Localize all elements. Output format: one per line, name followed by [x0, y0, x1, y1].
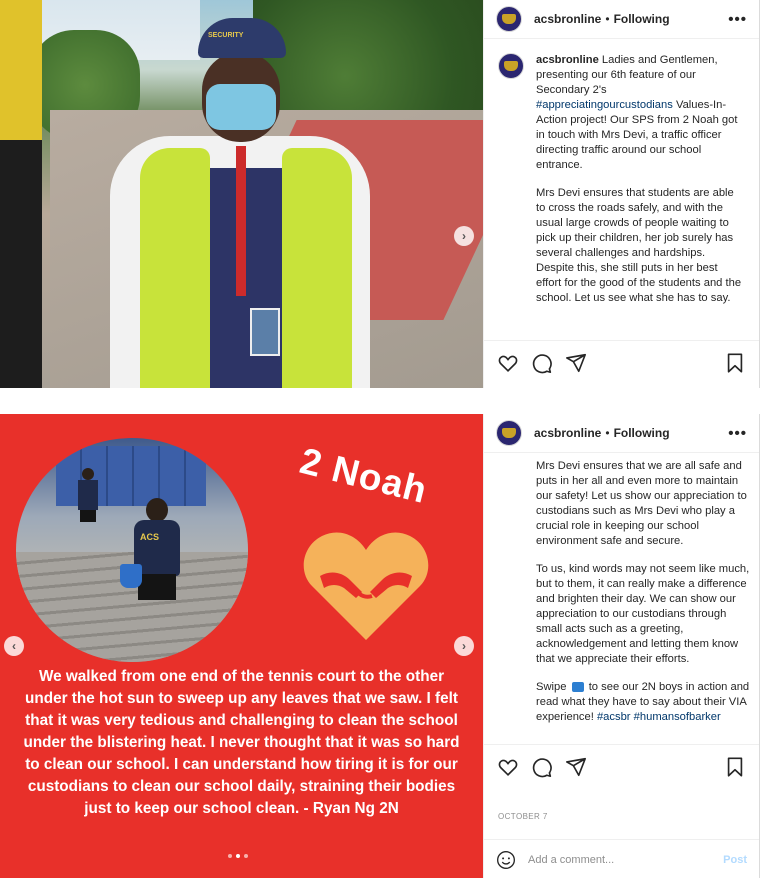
hashtag-link[interactable]: #humansofbarker	[634, 711, 721, 723]
post-comment-button[interactable]: Post	[723, 854, 747, 866]
caption: acsbronline Ladies and Gentlemen, presen…	[484, 39, 759, 319]
prev-arrow-button[interactable]: ‹	[4, 636, 24, 656]
face-mask	[206, 84, 276, 130]
next-arrow-button[interactable]: ›	[454, 226, 474, 246]
hashtag-link[interactable]: #appreciatingourcustodians	[536, 99, 673, 111]
comment-bar: Add a comment... Post	[484, 839, 759, 878]
next-arrow-button[interactable]: ›	[454, 636, 474, 656]
school-crest-icon	[504, 61, 518, 71]
caption-paragraph-1: Mrs Devi ensures that we are all safe an…	[536, 460, 747, 547]
carousel-pager	[228, 854, 248, 858]
hashtag-link[interactable]: #acsbr	[597, 711, 631, 723]
post-image[interactable]: ACS 2 Noah We walked from one end of the…	[0, 414, 483, 878]
caption-paragraph-2: To us, kind words may not seem like much…	[536, 563, 750, 665]
photo-officer: SECURITY	[110, 18, 370, 388]
username-link[interactable]: acsbronline	[534, 12, 601, 26]
share-icon[interactable]	[564, 351, 588, 375]
action-bar	[484, 340, 759, 384]
post-2: ACS 2 Noah We walked from one end of the…	[0, 414, 760, 878]
heart-icon[interactable]	[496, 351, 520, 375]
avatar[interactable]	[496, 6, 522, 32]
post-side-panel: acsbronline • Following ••• acsbronline …	[483, 0, 760, 388]
action-bar	[484, 744, 759, 788]
shirt-text: ACS	[140, 532, 160, 542]
following-button[interactable]: Following	[614, 12, 670, 26]
share-icon[interactable]	[564, 755, 588, 779]
avatar[interactable]	[496, 420, 522, 446]
school-crest-icon	[502, 14, 516, 24]
image-title: 2 Noah	[296, 440, 432, 512]
more-icon[interactable]: •••	[728, 11, 747, 28]
following-button[interactable]: Following	[614, 426, 670, 440]
photo-student: ACS	[120, 498, 186, 628]
pager-dot-active	[236, 854, 240, 858]
cap-text: SECURITY	[208, 32, 244, 39]
photo-pole	[0, 0, 42, 388]
swipe-text-a: Swipe	[536, 681, 567, 693]
pager-dot	[228, 854, 232, 858]
heart-icon[interactable]	[496, 755, 520, 779]
avatar[interactable]	[498, 53, 524, 79]
caption-paragraph-2: Mrs Devi ensures that students are able …	[536, 187, 742, 304]
post-header: acsbronline • Following •••	[484, 0, 759, 39]
separator-dot: •	[605, 12, 610, 26]
post-timestamp[interactable]: OCTOBER 7	[498, 812, 548, 821]
comment-icon[interactable]	[530, 755, 554, 779]
swipe-arrow-icon	[571, 682, 584, 693]
bookmark-icon[interactable]	[723, 351, 747, 375]
bookmark-icon[interactable]	[723, 755, 747, 779]
caption: Mrs Devi ensures that we are all safe an…	[484, 453, 759, 725]
bucket	[120, 564, 142, 588]
post-1: SECURITY › acsbronline • Following ••• a…	[0, 0, 760, 388]
smile-icon[interactable]	[496, 850, 516, 870]
username-link[interactable]: acsbronline	[534, 426, 601, 440]
caption-paragraph-3: Swipe to see our 2N boys in action and r…	[536, 680, 754, 725]
comment-icon[interactable]	[530, 351, 554, 375]
photo-student-background	[76, 468, 100, 538]
school-crest-icon	[502, 428, 516, 438]
post-side-panel: acsbronline • Following ••• Mrs Devi ens…	[483, 414, 760, 878]
post-photo[interactable]: SECURITY ›	[0, 0, 483, 388]
post-header: acsbronline • Following •••	[484, 414, 759, 453]
caption-username[interactable]: acsbronline	[536, 54, 599, 66]
heart-hands-icon	[300, 524, 432, 644]
id-badge	[250, 308, 280, 356]
separator-dot: •	[605, 426, 610, 440]
student-photo: ACS	[16, 438, 248, 662]
more-icon[interactable]: •••	[728, 425, 747, 442]
comment-input[interactable]: Add a comment...	[528, 854, 614, 866]
pager-dot	[244, 854, 248, 858]
student-quote: We walked from one end of the tennis cou…	[23, 668, 460, 817]
